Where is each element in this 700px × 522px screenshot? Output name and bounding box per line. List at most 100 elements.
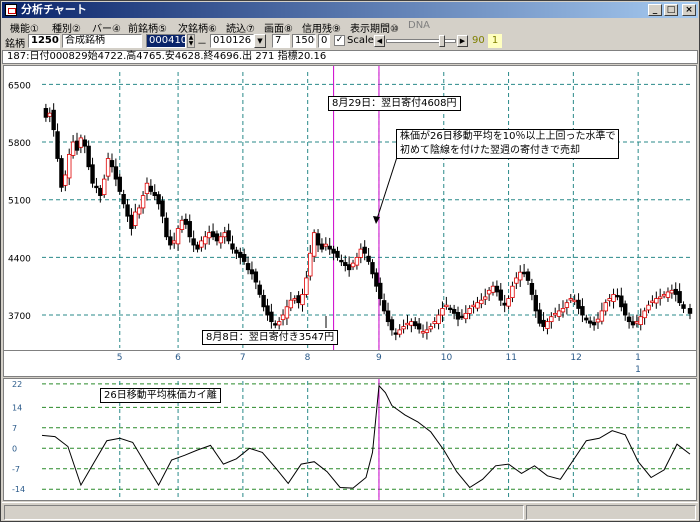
stock-code-input[interactable]: 1250 (28, 34, 60, 48)
close-button[interactable]: × (682, 4, 696, 16)
candle-up (136, 207, 142, 215)
candle-up (545, 321, 550, 329)
offset-input[interactable]: 0 (318, 34, 330, 48)
deviation-chart-panel[interactable]: 22 14 7 0 -7 -14 26日移動平均株価カイ離 (3, 378, 697, 501)
candle-down (296, 295, 301, 304)
candle-up (661, 294, 667, 297)
month-tick-label: 8 (305, 353, 311, 363)
candle-up (595, 318, 601, 323)
candle-down (451, 309, 457, 314)
candle-down (191, 238, 196, 246)
slider-value: 90 (472, 35, 485, 46)
ohlc-info-line: 187:日付000829始4722.高4765.安4628.終4696.出 27… (2, 50, 698, 64)
candle-up (300, 294, 305, 306)
candle-up (218, 236, 224, 244)
stock-name-field[interactable]: 合成銘柄 (62, 34, 142, 48)
candle-up (463, 312, 468, 320)
candle-up (467, 308, 472, 314)
month-tick-label: 7 (240, 353, 246, 363)
candle-down (580, 306, 585, 316)
slider-thumb[interactable] (439, 35, 446, 47)
candle-up (78, 137, 84, 148)
candle-down (86, 145, 91, 168)
candle-down (125, 204, 130, 217)
candle-up (514, 277, 519, 284)
deviation-tick-label: 22 (12, 380, 22, 389)
candle-up (171, 240, 177, 244)
candle-down (117, 176, 122, 192)
signal-note-line-2: 初めて陰線を付けた翌週の寄付きで売却 (400, 145, 580, 156)
candle-down (319, 243, 325, 250)
candle-down (109, 160, 115, 168)
start-date-input[interactable]: 000410 (146, 34, 186, 48)
zoom-slider[interactable]: ◀ ▶ (374, 34, 468, 48)
candle-down (273, 323, 278, 326)
period-input[interactable]: 7 (272, 34, 290, 48)
scale-checkbox[interactable]: ✓ (334, 35, 345, 46)
candle-up (63, 174, 68, 186)
candle-down (160, 200, 165, 217)
candle-down (121, 194, 126, 205)
candle-up (646, 304, 651, 311)
candle-down (335, 250, 340, 258)
count-input[interactable]: 1500 (292, 34, 316, 48)
month-tick-label: 10 (441, 353, 453, 363)
candle-up (428, 326, 433, 330)
candle-up (599, 310, 605, 322)
candle-down (677, 291, 682, 304)
end-date-input[interactable]: 010126 (210, 34, 254, 48)
scale-label: Scale (347, 35, 374, 46)
candle-down (413, 321, 418, 327)
candle-down (455, 312, 461, 320)
candle-down (90, 164, 95, 184)
candle-down (541, 319, 546, 327)
candle-up (420, 331, 426, 334)
candle-down (230, 243, 235, 250)
candle-down (51, 109, 56, 131)
candle-down (346, 264, 352, 271)
title-bar[interactable]: 分析チャート _ □ × (2, 2, 698, 18)
price-chart-panel[interactable]: 6500 5800 5100 4400 3700 8月29日：翌日寄付4608円 株価が… (3, 65, 697, 351)
candle-down (615, 295, 620, 298)
candle-down (385, 310, 391, 323)
end-date-dropdown[interactable]: ▼ (254, 34, 266, 48)
candle-down (261, 295, 266, 308)
minimize-button[interactable]: _ (648, 4, 662, 16)
maximize-button[interactable]: □ (664, 4, 678, 16)
candle-up (308, 252, 313, 277)
buy-date-note: 8月8日：翌日寄付き3547円 (202, 330, 339, 345)
candle-up (397, 329, 402, 335)
slider-right-arrow[interactable]: ▶ (457, 35, 468, 47)
start-date-spinner[interactable]: ▲ ▼ (187, 34, 195, 48)
candle-up (284, 306, 290, 319)
menu-bar: 機能① 種別② バー④ 前銘柄⑤ 次銘柄⑥ 読込⑦ 画面⑧ 信用残⑨ 表示期間⑩… (2, 19, 698, 35)
candle-down (525, 271, 531, 281)
candle-up (144, 182, 150, 195)
price-tick-label: 5100 (8, 197, 31, 207)
candle-up (199, 240, 204, 248)
month-tick-label: 11 (506, 353, 517, 363)
candle-down (533, 295, 538, 312)
candle-up (657, 296, 663, 299)
toolbar: 銘柄 1250 合成銘柄 000410 ▲ ▼ － 010126 ▼ 7 150 0… (2, 33, 698, 50)
month-tick-label: 1 (635, 353, 641, 363)
month-tick-label: 9 (376, 353, 382, 363)
candle-up (292, 298, 297, 301)
candle-down (94, 185, 99, 189)
candle-up (634, 321, 640, 324)
candle-down (148, 185, 154, 192)
slider-track[interactable] (386, 39, 456, 43)
deviation-tick-label: -7 (12, 465, 20, 474)
candle-down (241, 254, 247, 262)
candle-down (113, 166, 119, 180)
candle-down (265, 305, 270, 316)
candle-up (350, 262, 356, 268)
candle-up (444, 304, 449, 308)
candle-up (409, 321, 414, 326)
candle-up (510, 285, 515, 298)
candle-up (304, 277, 309, 295)
candle-down (687, 308, 693, 314)
slider-left-arrow[interactable]: ◀ (374, 35, 385, 47)
sell-date-note: 8月29日：翌日寄付4608円 (328, 96, 461, 111)
candle-up (405, 322, 410, 326)
